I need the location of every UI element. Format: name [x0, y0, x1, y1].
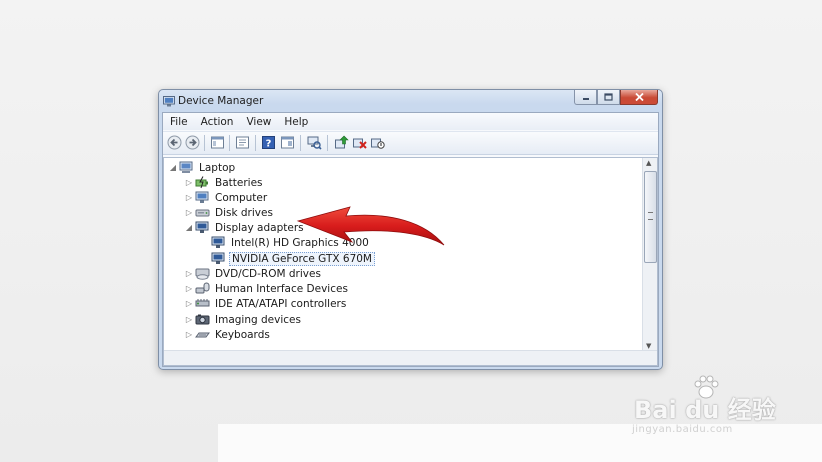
tree-item-imaging-devices[interactable]: ▷ Imaging devices	[184, 312, 303, 327]
keyboard-icon	[195, 332, 210, 338]
device-tree[interactable]: ◢ Laptop ▷ Batteries ▷ Computer ▷ Disk d…	[163, 157, 658, 366]
maximize-icon	[604, 93, 613, 101]
expand-arrow-icon[interactable]: ▷	[184, 208, 194, 217]
optical-drive-icon	[195, 268, 210, 280]
display-adapter-icon	[211, 236, 225, 248]
tree-item-dvd-cd-rom[interactable]: ▷ DVD/CD-ROM drives	[184, 266, 323, 281]
tree-item-label: Keyboards	[215, 328, 270, 341]
update-driver-icon[interactable]	[334, 135, 349, 150]
tree-item-keyboards[interactable]: ▷ Keyboards	[184, 327, 272, 342]
tree-item-label: Human Interface Devices	[215, 282, 348, 295]
tree-item-label: Batteries	[215, 176, 263, 189]
tree-item-label: Disk drives	[215, 206, 273, 219]
close-icon	[634, 93, 644, 101]
disk-drive-icon	[195, 209, 210, 217]
toolbar-separator	[204, 135, 205, 151]
close-button[interactable]	[620, 90, 658, 105]
help-icon[interactable]: ?	[261, 135, 276, 150]
expand-arrow-icon[interactable]: ▷	[184, 299, 194, 308]
tree-item-label: Imaging devices	[215, 313, 301, 326]
watermark-url: jingyan.baidu.com	[632, 424, 733, 435]
scroll-thumb[interactable]	[644, 171, 657, 263]
expand-arrow-icon[interactable]: ▷	[184, 330, 194, 339]
computer-icon	[179, 161, 193, 173]
tree-item-label: DVD/CD-ROM drives	[215, 267, 321, 280]
tree-item-computer[interactable]: ▷ Computer	[184, 190, 269, 205]
vertical-scrollbar[interactable]: ▲ ▼	[642, 158, 657, 351]
back-arrow-icon[interactable]	[167, 135, 182, 150]
hid-icon	[195, 282, 210, 294]
window-title: Device Manager	[178, 95, 264, 107]
collapse-arrow-icon[interactable]: ◢	[168, 163, 178, 172]
scroll-up-arrow-icon[interactable]: ▲	[646, 159, 651, 167]
menu-bar: File Action View Help	[163, 113, 658, 130]
title-bar[interactable]: Device Manager	[159, 90, 662, 112]
tree-item-display-adapters[interactable]: ◢ Display adapters	[184, 220, 306, 235]
toolbar-separator	[300, 135, 301, 151]
tree-item-label: IDE ATA/ATAPI controllers	[215, 297, 347, 310]
properties-sheet-icon[interactable]	[210, 135, 225, 150]
tree-item-label: Laptop	[199, 161, 236, 174]
expand-arrow-icon[interactable]: ▷	[184, 284, 194, 293]
forward-arrow-icon[interactable]	[185, 135, 200, 150]
svg-text:?: ?	[266, 139, 272, 150]
menu-view[interactable]: View	[239, 113, 277, 130]
tree-item-ide-ata-atapi[interactable]: ▷ IDE ATA/ATAPI controllers	[184, 296, 348, 311]
display-adapter-icon	[195, 221, 209, 233]
device-manager-window: Device Manager File Action View Help ? ◢…	[158, 89, 663, 370]
scan-hardware-icon[interactable]	[307, 135, 322, 150]
toolbar-separator	[255, 135, 256, 151]
client-area: File Action View Help ? ◢ Laptop ▷ Batte…	[162, 112, 659, 367]
horizontal-scrollbar[interactable]	[164, 350, 657, 365]
show-hide-console-tree-icon[interactable]	[235, 135, 250, 150]
menu-help[interactable]: Help	[277, 113, 314, 130]
window-controls	[574, 90, 658, 105]
ide-controller-icon	[195, 299, 210, 307]
camera-icon	[195, 314, 210, 325]
toolbar-separator	[327, 135, 328, 151]
watermark: Bai du 经验 jingyan.baidu.com	[628, 374, 778, 435]
tree-item-human-interface-devices[interactable]: ▷ Human Interface Devices	[184, 281, 350, 296]
action-pane-icon[interactable]	[280, 135, 295, 150]
display-adapter-icon	[211, 252, 225, 264]
expand-arrow-icon[interactable]: ▷	[184, 178, 194, 187]
toolbar: ?	[163, 131, 658, 155]
menu-file[interactable]: File	[163, 113, 194, 130]
tree-item-label: NVIDIA GeForce GTX 670M	[229, 251, 375, 266]
expand-arrow-icon[interactable]: ▷	[184, 269, 194, 278]
menu-action[interactable]: Action	[194, 113, 240, 130]
scroll-grip-icon	[648, 212, 653, 220]
tree-item-label: Display adapters	[215, 221, 304, 234]
tree-item-intel-hd-graphics[interactable]: Intel(R) HD Graphics 4000	[210, 235, 371, 250]
collapse-arrow-icon[interactable]: ◢	[184, 223, 194, 232]
toolbar-separator	[229, 135, 230, 151]
scroll-down-arrow-icon[interactable]: ▼	[646, 342, 651, 350]
uninstall-icon[interactable]	[352, 135, 367, 150]
watermark-brand: Bai du 经验	[634, 396, 776, 424]
maximize-button[interactable]	[597, 90, 620, 105]
tree-item-nvidia-geforce[interactable]: NVIDIA GeForce GTX 670M	[210, 251, 375, 266]
battery-icon	[195, 176, 208, 189]
device-manager-icon	[163, 96, 175, 107]
disable-device-icon[interactable]	[370, 135, 385, 150]
tree-item-label: Intel(R) HD Graphics 4000	[231, 236, 369, 249]
tree-item-disk-drives[interactable]: ▷ Disk drives	[184, 205, 275, 220]
minimize-button[interactable]	[574, 90, 597, 105]
tree-root-laptop[interactable]: ◢ Laptop	[168, 160, 237, 175]
tree-item-batteries[interactable]: ▷ Batteries	[184, 175, 265, 190]
expand-arrow-icon[interactable]: ▷	[184, 315, 194, 324]
tree-item-label: Computer	[215, 191, 268, 204]
expand-arrow-icon[interactable]: ▷	[184, 193, 194, 202]
monitor-icon	[195, 191, 209, 203]
minimize-icon	[582, 98, 589, 100]
